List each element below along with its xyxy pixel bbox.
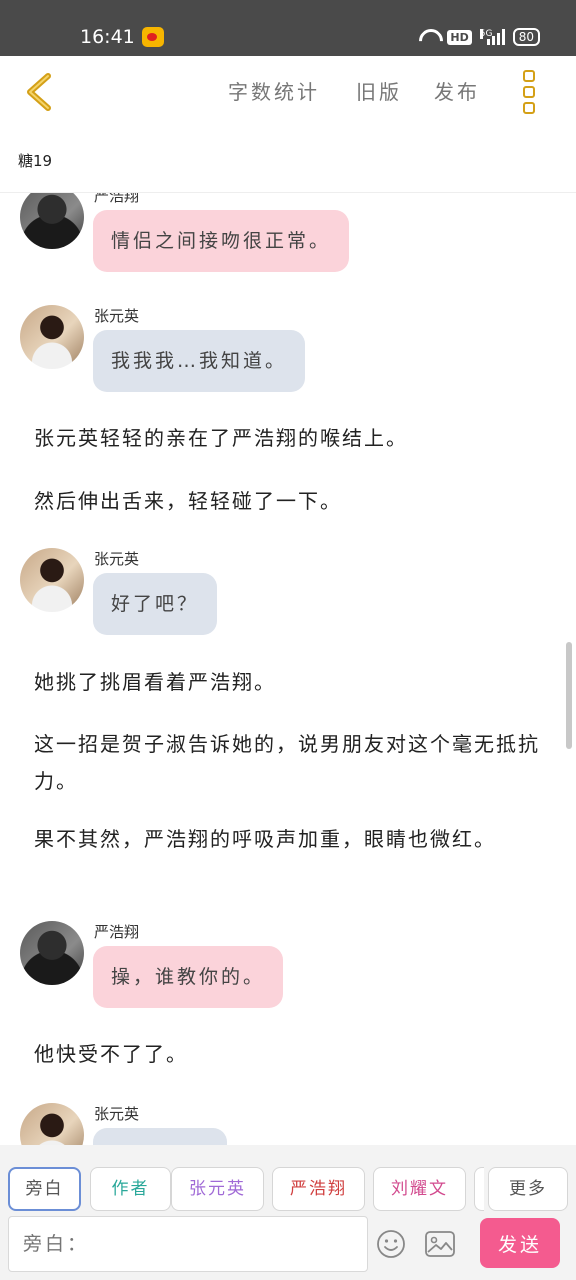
message-bubble[interactable]: 好了吧？ [93, 573, 218, 635]
avatar-zhang-yuanying[interactable] [20, 548, 84, 612]
narration-text[interactable]: 这一招是贺子淑告诉她的，说男朋友对这个毫无抵抗力。 [34, 726, 546, 800]
header: 字数统计 旧版 发布 糖19 [0, 56, 576, 193]
back-icon[interactable] [24, 72, 60, 112]
avatar-yan-haoxiang[interactable] [20, 193, 84, 249]
message-bubble[interactable]: 我我我…我知道。 [93, 330, 306, 392]
role-chip-author[interactable]: 作者 [90, 1167, 171, 1211]
narration-text[interactable]: 他快受不了了。 [34, 1036, 546, 1073]
status-bar: 16:41 HD 5G 80 [0, 0, 576, 56]
avatar-zhang-yuanying[interactable] [20, 1103, 84, 1145]
composer-area: 旁白 作者 张元英 严浩翔 刘耀文 更多 发送 [0, 1145, 576, 1280]
role-chip-more[interactable]: 更多 [488, 1167, 568, 1211]
message-input[interactable] [8, 1216, 368, 1272]
publish-button[interactable]: 发布 [434, 76, 480, 105]
sender-name: 张元英 [94, 550, 140, 568]
role-chip-liu-yaowen[interactable]: 刘耀文 [373, 1167, 466, 1211]
network-label: 5G [479, 29, 493, 39]
sender-name: 严浩翔 [94, 923, 140, 941]
old-version-button[interactable]: 旧版 [356, 76, 402, 105]
message-bubble[interactable]: 操，谁教你的。 [93, 946, 284, 1008]
signal-icon: 5G [479, 29, 505, 45]
scrollbar[interactable] [566, 642, 572, 749]
image-icon[interactable] [424, 1230, 456, 1258]
battery-icon: 80 [512, 28, 540, 46]
role-chip-partial[interactable] [474, 1167, 484, 1211]
emoji-icon[interactable] [376, 1229, 406, 1259]
weibo-notification-icon [142, 27, 164, 47]
sender-name: 张元英 [94, 307, 140, 325]
message-bubble[interactable] [93, 1128, 227, 1145]
send-button[interactable]: 发送 [480, 1218, 560, 1268]
chat-content[interactable]: 严浩翔 情侣之间接吻很正常。 张元英 我我我…我知道。 张元英轻轻的亲在了严浩翔… [0, 193, 576, 1145]
role-chip-yan-haoxiang[interactable]: 严浩翔 [272, 1167, 365, 1211]
narration-text[interactable]: 张元英轻轻的亲在了严浩翔的喉结上。 [34, 420, 546, 457]
chapter-title: 糖19 [18, 152, 53, 170]
narration-text[interactable]: 她挑了挑眉看着严浩翔。 [34, 664, 546, 701]
role-chip-narration[interactable]: 旁白 [8, 1167, 81, 1211]
narration-text[interactable]: 果不其然，严浩翔的呼吸声加重，眼睛也微红。 [34, 821, 546, 858]
hd-badge: HD [447, 29, 472, 45]
avatar-yan-haoxiang[interactable] [20, 921, 84, 985]
word-count-button[interactable]: 字数统计 [228, 76, 320, 105]
avatar-zhang-yuanying[interactable] [20, 305, 84, 369]
status-time: 16:41 [80, 26, 135, 48]
role-chip-zhang-yuanying[interactable]: 张元英 [171, 1167, 264, 1211]
narration-text[interactable]: 然后伸出舌来，轻轻碰了一下。 [34, 483, 546, 520]
more-menu-icon[interactable] [523, 70, 537, 114]
sender-name: 张元英 [94, 1105, 140, 1123]
sender-name: 严浩翔 [94, 193, 140, 205]
message-bubble[interactable]: 情侣之间接吻很正常。 [93, 210, 350, 272]
status-icons: HD 5G 80 [419, 28, 540, 46]
wifi-icon [419, 29, 439, 45]
